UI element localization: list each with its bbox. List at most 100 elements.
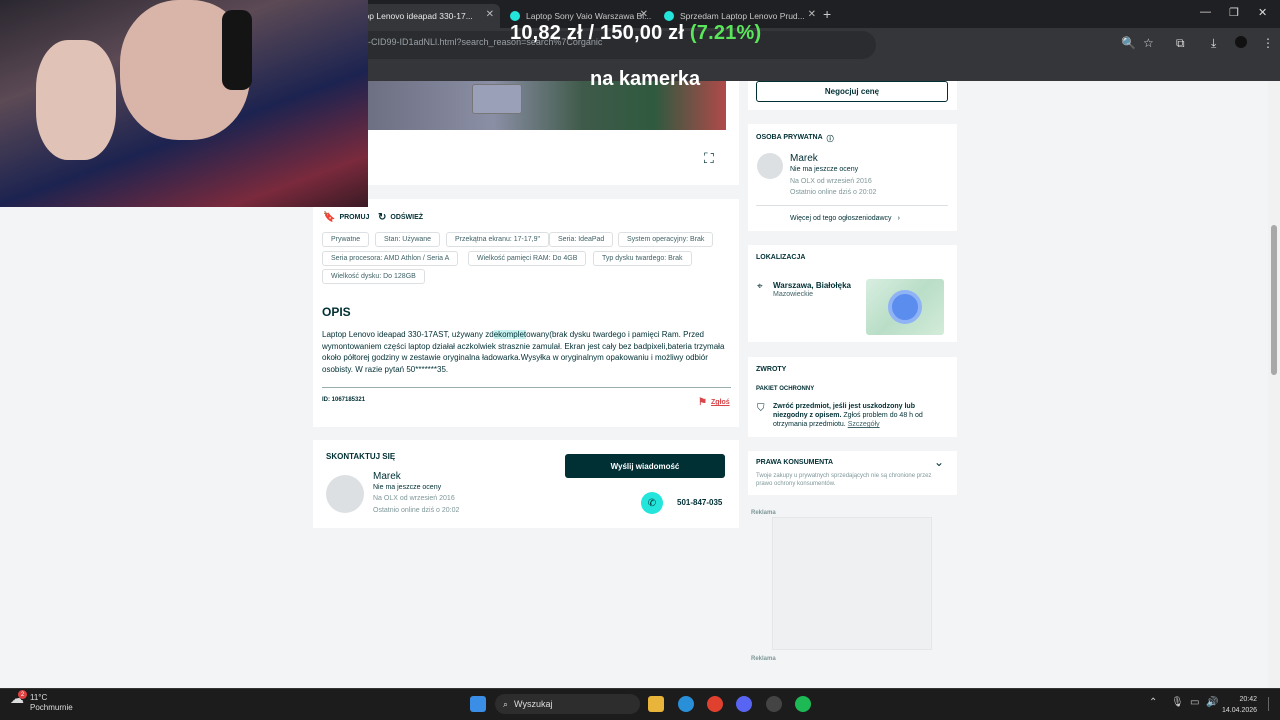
- close-tab-icon[interactable]: ✕: [486, 9, 494, 20]
- phone-number[interactable]: 501-847-035: [677, 498, 722, 507]
- time: 20:42: [1239, 696, 1258, 703]
- more-from-seller-link[interactable]: Więcej od tego ogłoszeniodawcy ›: [790, 215, 900, 222]
- bookmark-icon: 🔖: [323, 212, 336, 223]
- avatar: [326, 475, 364, 513]
- report-label: Zgłoś: [710, 399, 730, 406]
- returns-heading: ZWROTY: [756, 366, 787, 373]
- avatar: [757, 153, 783, 179]
- param-chip: Seria: IdeaPad: [549, 232, 614, 247]
- report-button[interactable]: ⚑ Zgłoś: [698, 397, 730, 408]
- windows-taskbar: [0, 688, 1280, 720]
- close-tab-icon[interactable]: ✕: [808, 9, 816, 20]
- new-tab-button[interactable]: +: [823, 6, 831, 22]
- seller-name[interactable]: Marek: [790, 153, 818, 164]
- windows-start-icon[interactable]: [470, 696, 486, 712]
- info-icon[interactable]: ⓘ: [827, 134, 834, 144]
- seller-heading: OSOBA PRYWATNA: [756, 134, 823, 141]
- param-chip: Wielkość pamięci RAM: Do 4GB: [468, 251, 587, 266]
- microphone-icon[interactable]: 🎙: [1171, 697, 1184, 708]
- file-explorer-icon[interactable]: [648, 696, 664, 712]
- download-icon[interactable]: ⤓: [1211, 36, 1216, 51]
- percent-overlay-text: (7.21%): [689, 22, 762, 44]
- photo-caption: na kamerka: [590, 68, 701, 90]
- shield-icon: ⛉: [757, 403, 765, 414]
- description-part: Laptop Lenovo ideapad 330-17AST, używany…: [322, 330, 494, 339]
- minimize-icon[interactable]: —: [1200, 6, 1211, 18]
- fullscreen-icon[interactable]: ⛶: [704, 150, 714, 167]
- refresh-label: ODŚWIEŻ: [390, 214, 424, 221]
- stream-price-overlay: 10,82 zł / 150,00 zł (7.21%): [510, 22, 761, 45]
- negotiate-price-button[interactable]: Negocjuj cenę: [756, 81, 948, 102]
- scrollbar-track[interactable]: [1268, 81, 1280, 688]
- obs-icon[interactable]: [766, 696, 782, 712]
- seller-heading-row: OSOBA PRYWATNA ⓘ: [756, 134, 834, 144]
- seller-rating: Nie ma jeszcze oceny: [790, 166, 859, 173]
- description-selection: ekomplet: [493, 330, 527, 339]
- map-area-marker: [888, 290, 922, 324]
- param-chip: System operacyjny: Brak: [618, 232, 714, 247]
- chrome-icon[interactable]: [707, 696, 723, 712]
- weather-widget[interactable]: ☁ 2 11°C Pochmurnie: [10, 690, 73, 713]
- olx-favicon-icon: [510, 11, 520, 21]
- weather-temp: 11°C: [30, 693, 48, 702]
- flag-icon: ⚑: [698, 397, 707, 408]
- close-window-icon[interactable]: ✕: [1258, 6, 1267, 19]
- streamer-hand: [36, 40, 116, 160]
- profile-avatar-icon[interactable]: [1235, 36, 1247, 48]
- close-tab-icon[interactable]: ✕: [640, 9, 648, 20]
- date: 14.04.2026: [1222, 707, 1258, 714]
- search-icon: ⌕: [503, 698, 509, 709]
- ad-label: Reklama: [751, 656, 776, 662]
- search-label: Wyszukaj: [514, 699, 553, 709]
- scrollbar-thumb[interactable]: [1271, 225, 1277, 375]
- extensions-icon[interactable]: ⧉: [1176, 36, 1185, 51]
- show-desktop-button[interactable]: [1268, 697, 1272, 711]
- param-chip: Seria procesora: AMD Athlon / Seria A: [322, 251, 459, 266]
- promote-button[interactable]: 🔖 PROMUJ: [323, 212, 369, 223]
- returns-details-link[interactable]: Szczegóły: [848, 421, 880, 428]
- bookmark-star-icon[interactable]: ☆: [1143, 36, 1154, 50]
- contact-rating: Nie ma jeszcze oceny: [373, 484, 442, 491]
- clock[interactable]: 20:42 14.04.2026: [1222, 694, 1257, 716]
- ad-id: ID: 1067185321: [322, 397, 366, 403]
- spotify-icon[interactable]: [795, 696, 811, 712]
- ad-label: Reklama: [751, 510, 776, 516]
- weather-condition: Pochmurnie: [30, 703, 73, 712]
- volume-icon[interactable]: 🔊: [1206, 697, 1218, 708]
- divider: [756, 205, 948, 206]
- package-label: PAKIET OCHRONNY: [756, 386, 815, 392]
- divider: [322, 387, 731, 388]
- more-link-label: Więcej od tego ogłoszeniodawcy: [790, 215, 892, 222]
- returns-text: Zwróć przedmiot, jeśli jest uszkodzony l…: [773, 402, 943, 429]
- chevron-up-icon[interactable]: ⌃: [1149, 697, 1157, 708]
- advertisement-slot[interactable]: [772, 517, 932, 650]
- maximize-icon[interactable]: ❐: [1229, 6, 1239, 19]
- edge-icon[interactable]: [678, 696, 694, 712]
- seller-online: Ostatnio online dziś o 20:02: [790, 189, 877, 196]
- network-icon[interactable]: ▭: [1190, 697, 1199, 708]
- refresh-button[interactable]: ↻ ODŚWIEŻ: [378, 212, 423, 223]
- promote-label: PROMUJ: [339, 214, 370, 221]
- taskbar-search[interactable]: ⌕ Wyszukaj: [495, 694, 640, 714]
- zoom-icon[interactable]: 🔍: [1121, 36, 1136, 50]
- headset: [222, 10, 252, 90]
- discord-icon[interactable]: [736, 696, 752, 712]
- param-chip: Prywatne: [322, 232, 370, 247]
- param-chip: Wielkość dysku: Do 128GB: [322, 269, 425, 284]
- param-chip: Typ dysku twardego: Brak: [593, 251, 692, 266]
- seller-since: Na OLX od wrzesień 2016: [790, 178, 872, 185]
- chevron-down-icon[interactable]: ⌄: [934, 455, 944, 469]
- contact-online: Ostatnio online dziś o 20:02: [373, 507, 460, 514]
- chevron-right-icon: ›: [897, 215, 900, 222]
- send-message-button[interactable]: Wyślij wiadomość: [565, 454, 725, 478]
- contact-name[interactable]: Marek: [373, 471, 401, 482]
- contact-since: Na OLX od wrzesień 2016: [373, 495, 455, 502]
- menu-dots-icon[interactable]: ⋮: [1262, 36, 1274, 50]
- tab-label: Sprzedam Laptop Lenovo Prud...: [680, 11, 805, 21]
- description-heading: OPIS: [322, 305, 351, 319]
- description-text: Laptop Lenovo ideapad 330-17AST, używany…: [322, 329, 727, 375]
- phone-icon[interactable]: ✆: [641, 492, 663, 514]
- location-region: Mazowieckie: [773, 291, 814, 298]
- notification-badge: 2: [18, 690, 27, 699]
- location-city: Warszawa, Białołęka: [773, 281, 851, 290]
